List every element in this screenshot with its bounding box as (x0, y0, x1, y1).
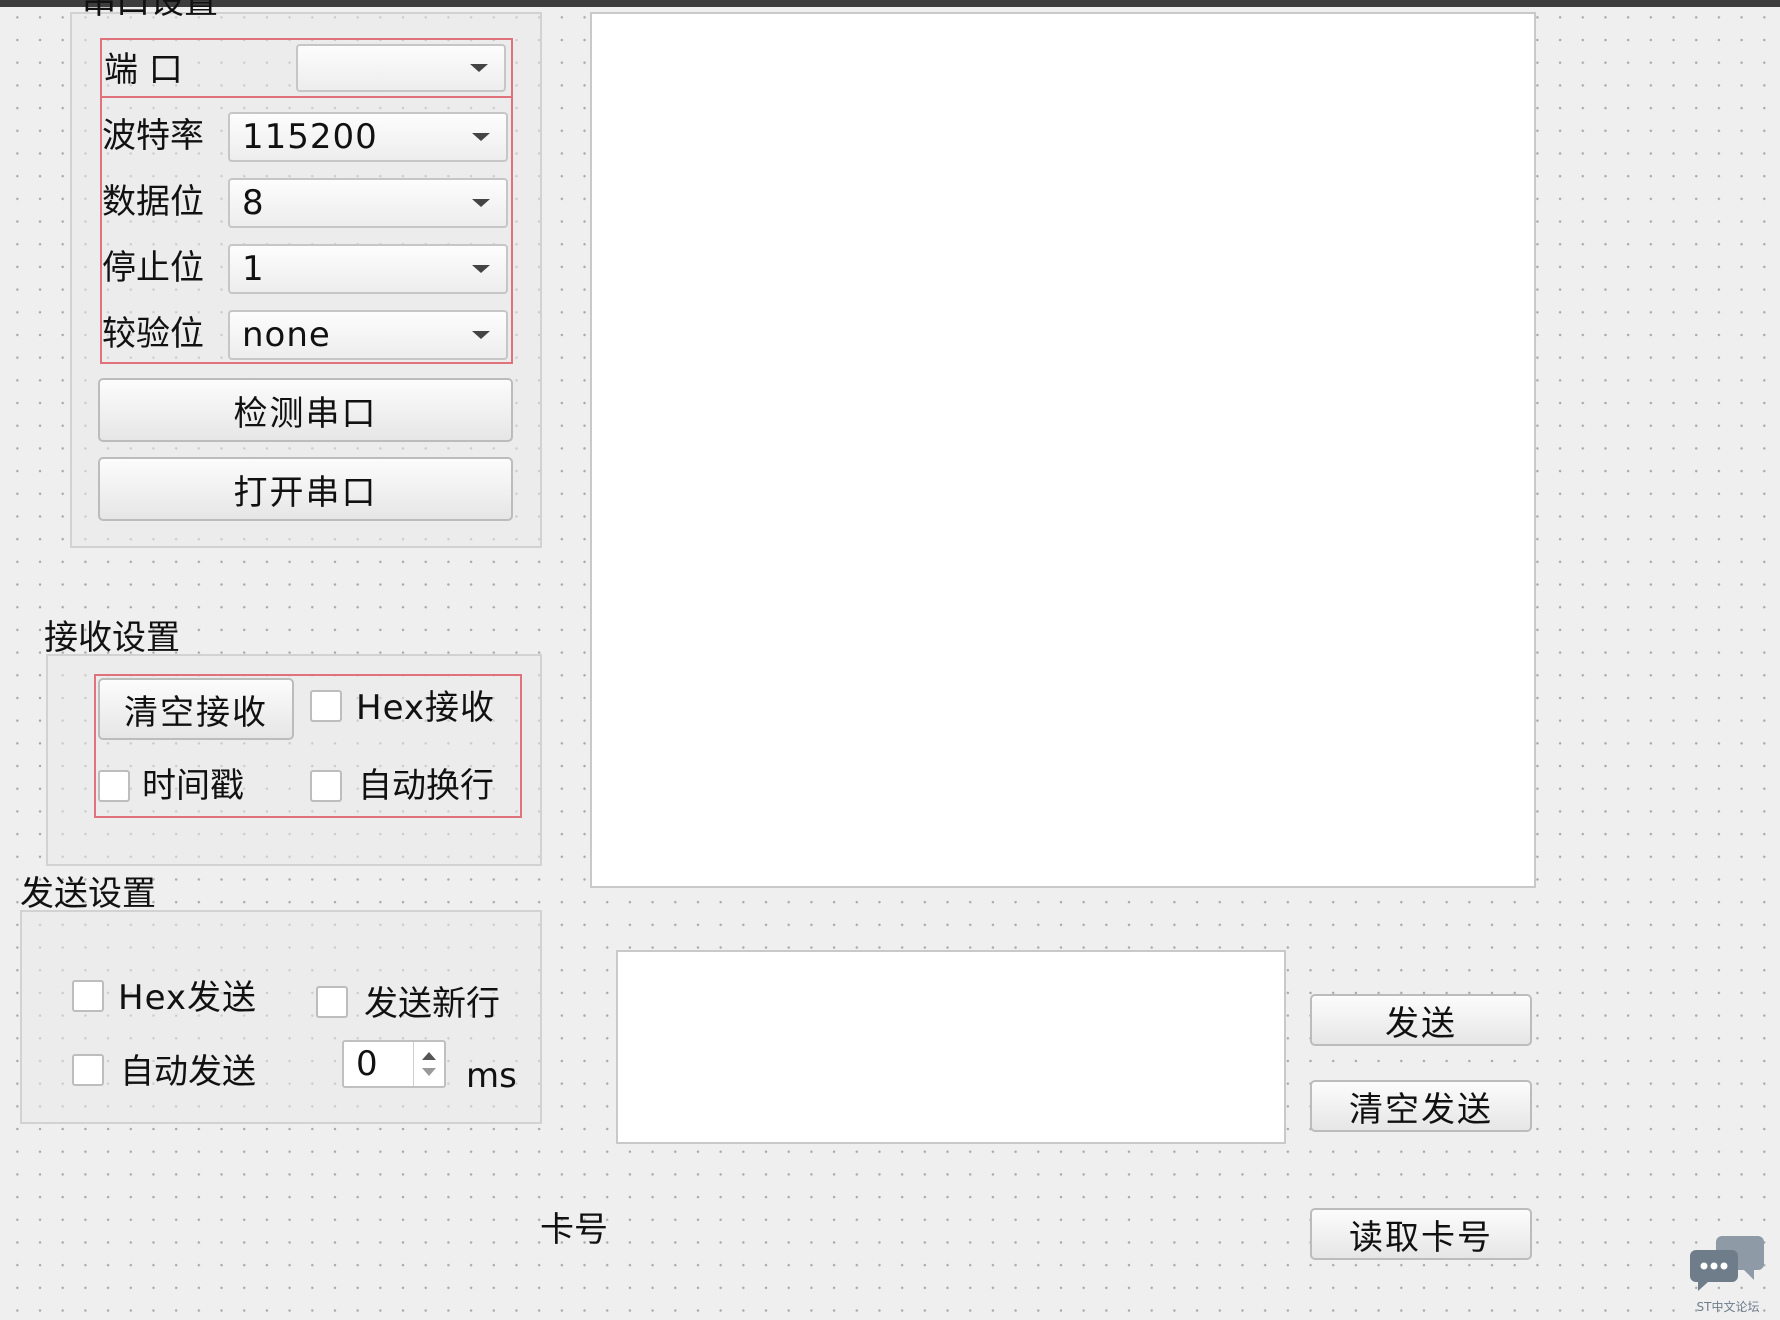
send-newline-checkbox[interactable] (316, 986, 348, 1018)
open-port-button[interactable]: 打开串口 (98, 457, 513, 521)
read-card-button[interactable]: 读取卡号 (1310, 1208, 1532, 1260)
spin-up-icon[interactable] (422, 1052, 436, 1060)
chevron-down-icon (472, 265, 490, 273)
baud-value: 115200 (242, 117, 378, 157)
auto-newline-checkbox[interactable] (310, 770, 342, 802)
databits-select[interactable]: 8 (228, 178, 508, 228)
serial-settings-title: 串口设置 (82, 0, 218, 22)
parity-value: none (242, 315, 331, 355)
stopbits-value: 1 (242, 249, 265, 289)
baud-select[interactable]: 115200 (228, 112, 508, 162)
hex-receive-label: Hex接收 (356, 688, 496, 728)
port-select[interactable] (296, 44, 506, 92)
auto-send-label: 自动发送 (120, 1052, 256, 1092)
port-label: 端 口 (104, 50, 183, 90)
forum-watermark-text: ST中文论坛 (1696, 1300, 1760, 1314)
stopbits-label: 停止位 (102, 248, 204, 288)
databits-value: 8 (242, 183, 265, 223)
timestamp-label: 时间戳 (142, 766, 244, 806)
hex-send-label: Hex发送 (118, 978, 258, 1018)
parity-label: 较验位 (102, 314, 204, 354)
spin-down-icon[interactable] (422, 1068, 436, 1076)
hex-send-checkbox[interactable] (72, 980, 104, 1012)
timestamp-checkbox[interactable] (98, 770, 130, 802)
card-number-label: 卡号 (540, 1210, 608, 1250)
send-newline-label: 发送新行 (364, 984, 500, 1024)
send-interval-value: 0 (356, 1044, 378, 1084)
chevron-down-icon (472, 133, 490, 141)
send-text-input[interactable] (616, 950, 1286, 1144)
chevron-down-icon (472, 331, 490, 339)
baud-label: 波特率 (102, 116, 204, 156)
send-button[interactable]: 发送 (1310, 994, 1532, 1046)
stopbits-select[interactable]: 1 (228, 244, 508, 294)
detect-port-button[interactable]: 检测串口 (98, 378, 513, 442)
parity-select[interactable]: none (228, 310, 508, 360)
send-interval-spinbox[interactable]: 0 (342, 1040, 446, 1088)
databits-label: 数据位 (102, 182, 204, 222)
clear-send-button[interactable]: 清空发送 (1310, 1080, 1532, 1132)
chevron-down-icon (472, 199, 490, 207)
window-top-bar (0, 0, 1780, 7)
clear-receive-button[interactable]: 清空接收 (98, 678, 294, 740)
spinbox-buttons (413, 1042, 444, 1086)
forum-logo: ST中文论坛 (1688, 1230, 1768, 1314)
receive-settings-title: 接收设置 (44, 618, 180, 658)
send-settings-title: 发送设置 (20, 874, 156, 914)
hex-receive-checkbox[interactable] (310, 690, 342, 722)
port-row-divider (100, 96, 513, 98)
auto-newline-label: 自动换行 (358, 766, 494, 806)
send-interval-unit: ms (466, 1056, 517, 1096)
receive-text-area[interactable] (590, 12, 1536, 888)
chat-bubbles-icon (1690, 1236, 1764, 1291)
auto-send-checkbox[interactable] (72, 1054, 104, 1086)
chevron-down-icon (470, 64, 488, 72)
